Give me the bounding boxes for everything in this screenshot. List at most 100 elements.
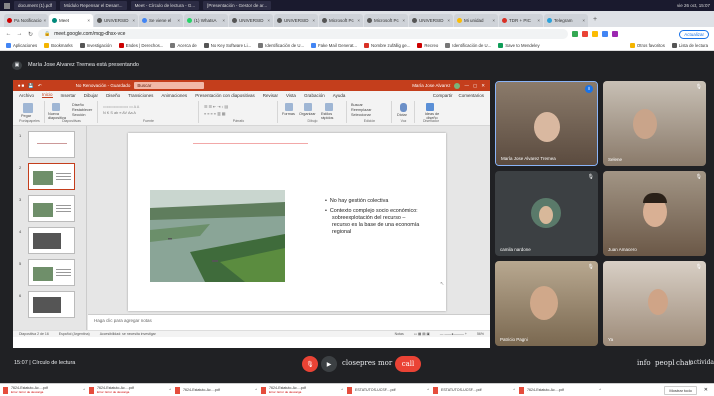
paragraph-buttons[interactable]: ☰ ☰ ⇤ ⇥ ↕ ▤ bbox=[204, 104, 228, 109]
extension-icon[interactable] bbox=[602, 31, 608, 37]
close-icon[interactable]: ✕ bbox=[481, 83, 485, 89]
menu-animaciones[interactable]: Animaciones bbox=[161, 93, 187, 98]
save-icon[interactable]: 💾 bbox=[28, 83, 34, 89]
mic-off-button[interactable]: 🎙 bbox=[302, 356, 318, 372]
chevron-up-icon[interactable]: ^ bbox=[513, 388, 515, 392]
menu-insertar[interactable]: Insertar bbox=[61, 93, 76, 98]
tab-close-icon[interactable]: × bbox=[447, 18, 450, 23]
menu-dibujar[interactable]: Dibujar bbox=[84, 93, 98, 98]
download-item[interactable]: 7624-Estatuto-Ac....pdf Error: Error de d… bbox=[261, 385, 343, 396]
participant-tile[interactable]: 🎙 Selene bbox=[603, 81, 706, 166]
meeting-details-button[interactable]: info bbox=[637, 359, 651, 367]
bookmark-item[interactable]: Investigación bbox=[79, 43, 112, 48]
undo-icon[interactable]: ↶ bbox=[38, 83, 42, 89]
bookmark-item[interactable]: Aplicaciones bbox=[6, 43, 37, 48]
task-meet[interactable]: Meet - Círculo de lectura - G... bbox=[130, 1, 200, 10]
activities-button[interactable]: actividad bbox=[690, 359, 714, 366]
browser-tab[interactable]: Meet × bbox=[49, 14, 93, 27]
chevron-up-icon[interactable]: ^ bbox=[255, 388, 257, 392]
download-item[interactable]: 7624-Estatuto-Ac....pdf Error: Error de d… bbox=[3, 385, 85, 396]
bookmark-item[interactable]: Lista de lectura bbox=[671, 43, 708, 48]
tab-close-icon[interactable]: × bbox=[177, 18, 180, 23]
menu-ayuda[interactable]: Ayuda bbox=[333, 93, 346, 98]
url-field[interactable]: 🔒 meet.google.com/mqg-dhsx-vce bbox=[38, 29, 568, 39]
menu-grabacion[interactable]: Grabación bbox=[304, 93, 325, 98]
tab-close-icon[interactable]: × bbox=[312, 18, 315, 23]
select-button[interactable]: Seleccionar bbox=[351, 113, 371, 117]
tab-close-icon[interactable]: × bbox=[87, 18, 90, 23]
close-icon[interactable]: ✕ bbox=[701, 387, 711, 393]
design-ideas-icon[interactable] bbox=[426, 103, 434, 111]
tab-close-icon[interactable]: × bbox=[582, 18, 585, 23]
avatar[interactable] bbox=[454, 82, 461, 89]
update-button[interactable]: Actualizar bbox=[679, 29, 709, 39]
bookmark-item[interactable]: Otros favoritos bbox=[629, 43, 665, 48]
replace-button[interactable]: Reemplazar bbox=[351, 108, 371, 112]
notes-toggle[interactable]: Notas bbox=[395, 332, 404, 336]
zoom-slider[interactable]: — ——●——— + bbox=[440, 332, 467, 336]
minimize-icon[interactable]: — bbox=[464, 83, 469, 88]
camera-button[interactable]: ▶ bbox=[321, 356, 337, 372]
tab-close-icon[interactable]: × bbox=[267, 18, 270, 23]
browser-tab[interactable]: UNIVERSID × bbox=[409, 14, 453, 27]
extension-icon[interactable] bbox=[582, 31, 588, 37]
download-item[interactable]: ESTATUTOS-UCSF....pdf ^ bbox=[433, 385, 515, 396]
arrange-icon[interactable] bbox=[304, 103, 312, 111]
accessibility-status[interactable]: Accesibilidad: se necesita investigar bbox=[100, 332, 156, 336]
participant-tile[interactable]: 🎙 camila nardone bbox=[495, 171, 598, 256]
autosave-toggle[interactable]: ⏺ ■ bbox=[18, 83, 24, 88]
share-button[interactable]: Compartir bbox=[433, 93, 453, 98]
download-item[interactable]: 7624-Estatuto-Ac....pdf ^ bbox=[175, 385, 257, 396]
browser-tab[interactable]: Se viene el × bbox=[139, 14, 183, 27]
layout-button[interactable]: Diseño bbox=[72, 103, 84, 107]
download-item[interactable]: 7624-Estatuto-Ac....pdf ^ bbox=[519, 385, 601, 396]
tab-close-icon[interactable]: × bbox=[402, 18, 405, 23]
font-name-field[interactable]: ▭▭▭▭▭▭▭ ▭ A A bbox=[103, 104, 139, 109]
quick-styles-icon[interactable] bbox=[325, 103, 333, 111]
leave-call-button[interactable]: call bbox=[395, 356, 421, 372]
browser-tab[interactable]: UNIVERSID × bbox=[229, 14, 273, 27]
download-item[interactable]: ESTATUTOS-UCSF....pdf ^ bbox=[347, 385, 429, 396]
current-slide[interactable]: • No hay gestión colectiva • Contexto co… bbox=[128, 133, 446, 311]
bookmark-item[interactable]: No Key Software Li... bbox=[203, 43, 251, 48]
reload-icon[interactable]: ↻ bbox=[27, 31, 34, 38]
slide-thumbnail[interactable] bbox=[28, 259, 75, 286]
browser-tab[interactable]: Mi unidad × bbox=[454, 14, 498, 27]
menu-inicio[interactable]: Inicio bbox=[42, 92, 53, 98]
extension-icon[interactable] bbox=[572, 31, 578, 37]
tab-close-icon[interactable]: × bbox=[44, 18, 47, 23]
chevron-up-icon[interactable]: ^ bbox=[341, 388, 343, 392]
menu-vista[interactable]: Vista bbox=[286, 93, 296, 98]
os-menu-icon[interactable] bbox=[4, 2, 10, 9]
present-button[interactable]: pres bbox=[360, 359, 376, 367]
forward-icon[interactable]: → bbox=[16, 31, 23, 37]
comments-button[interactable]: Comentarios bbox=[458, 93, 484, 98]
tab-close-icon[interactable]: × bbox=[357, 18, 360, 23]
tab-close-icon[interactable]: × bbox=[132, 18, 135, 23]
download-item[interactable]: 7624-Estatuto-Ac....pdf Error: Error de d… bbox=[89, 385, 171, 396]
tab-close-icon[interactable]: × bbox=[537, 18, 540, 23]
menu-revisar[interactable]: Revisar bbox=[263, 93, 278, 98]
browser-tab[interactable]: Microsoft Pc × bbox=[319, 14, 363, 27]
chevron-up-icon[interactable]: ^ bbox=[169, 388, 171, 392]
bookmark-item[interactable]: Fake Mail Generat... bbox=[311, 43, 357, 48]
browser-tab[interactable]: Pa Notificacio × bbox=[4, 14, 48, 27]
tab-close-icon[interactable]: × bbox=[222, 18, 225, 23]
microphone-icon[interactable] bbox=[400, 103, 407, 112]
slide-thumbnail[interactable] bbox=[28, 195, 75, 222]
chevron-up-icon[interactable]: ^ bbox=[83, 388, 85, 392]
bookmark-item[interactable]: Bookmarks bbox=[44, 43, 73, 48]
slide-thumbnail[interactable] bbox=[28, 163, 75, 190]
font-format-buttons[interactable]: N K S ab ≡ AV Aa A bbox=[103, 111, 136, 115]
paste-icon[interactable] bbox=[23, 103, 33, 113]
bookmark-item[interactable]: Acerca de bbox=[170, 43, 197, 48]
task-pdf[interactable]: document (1).pdf bbox=[14, 1, 57, 10]
shapes-icon[interactable] bbox=[285, 103, 293, 111]
chevron-up-icon[interactable]: ^ bbox=[427, 388, 429, 392]
slide-thumbnail[interactable] bbox=[28, 131, 75, 158]
participant-tile[interactable]: ⦀ María Jose Alvarez Tremea bbox=[495, 81, 598, 166]
bookmark-item[interactable]: Save to Mendeley bbox=[498, 43, 540, 48]
menu-diseno[interactable]: Diseño bbox=[106, 93, 120, 98]
ppt-search-input[interactable]: Buscar bbox=[134, 82, 205, 89]
notes-pane[interactable]: Haga clic para agregar notas bbox=[88, 314, 490, 330]
